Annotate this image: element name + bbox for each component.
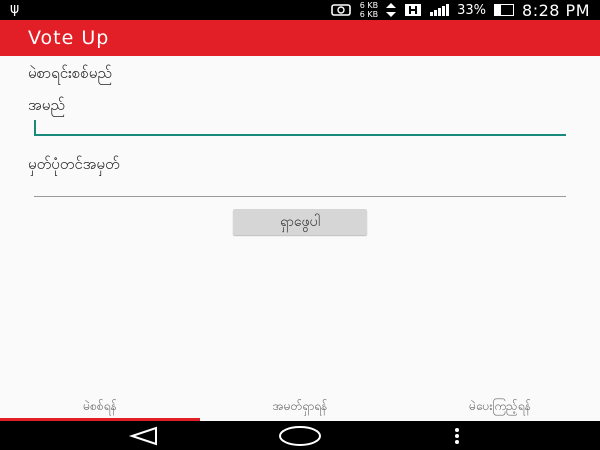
- net-down-value: 6 KB: [359, 10, 379, 19]
- home-icon[interactable]: [278, 425, 322, 447]
- usb-icon: ψ: [10, 1, 20, 17]
- hplus-icon: [405, 4, 422, 16]
- search-button[interactable]: ရှာဖွေပါ: [233, 209, 367, 235]
- tab-try-voting[interactable]: မဲပေးကြည့်ရန်: [400, 395, 600, 421]
- name-input-underline: [34, 134, 566, 136]
- status-bar: ψ 6 KB 6 KB 33% 8:28 PM: [0, 0, 600, 20]
- bottom-tabs: မဲစစ်ရန် အမတ်ရှာရန် မဲပေးကြည့်ရန်: [0, 395, 600, 421]
- clock: 8:28 PM: [522, 0, 590, 20]
- back-icon[interactable]: [126, 425, 160, 447]
- status-icons: 6 KB 6 KB 33% 8:28 PM: [330, 0, 590, 20]
- system-nav-bar: [0, 421, 600, 450]
- text-cursor: [34, 120, 36, 134]
- net-up-value: 6 KB: [359, 1, 379, 10]
- app-title: Vote Up: [28, 27, 110, 49]
- data-transfer-icon: [386, 3, 397, 17]
- name-label: အမည်: [28, 96, 65, 114]
- signal-icon: [430, 4, 450, 16]
- tab-find-candidate[interactable]: အမတ်ရှာရန်: [200, 395, 400, 421]
- battery-icon: [494, 4, 515, 16]
- battery-percent: 33%: [457, 2, 487, 18]
- form-heading: မဲစာရင်းစစ်မည်: [28, 64, 112, 82]
- alarm-icon: [330, 4, 351, 16]
- menu-icon[interactable]: [450, 425, 464, 447]
- id-input-underline: [34, 196, 566, 197]
- tab-check-vote[interactable]: မဲစစ်ရန်: [0, 395, 200, 421]
- app-bar: Vote Up: [0, 20, 600, 56]
- net-speed: 6 KB 6 KB: [360, 1, 378, 19]
- id-label: မှတ်ပုံတင်အမှတ်: [28, 155, 120, 173]
